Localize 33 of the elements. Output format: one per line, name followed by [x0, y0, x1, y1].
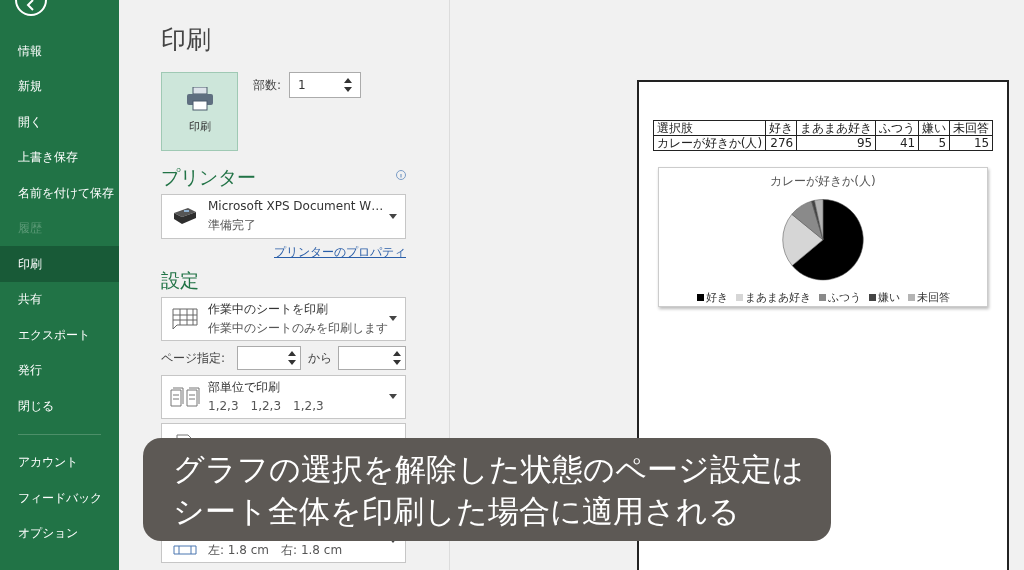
- pages-to-label: から: [306, 349, 333, 367]
- table-cell: 15: [949, 135, 993, 151]
- printer-status: 準備完了: [208, 217, 257, 234]
- pages-label: ページ指定:: [161, 349, 227, 367]
- dropdown-subtitle: 左: 1.8 cm 右: 1.8 cm: [208, 541, 344, 559]
- table-cell: 嫌い: [918, 120, 950, 136]
- table-cell: カレーが好きか(人): [653, 135, 766, 151]
- dropdown-title: 作業中のシートを印刷: [208, 300, 329, 318]
- dropdown-title: 部単位で印刷: [208, 378, 281, 396]
- dropdown-subtitle: 1,2,3 1,2,3 1,2,3: [208, 397, 325, 415]
- printer-heading: プリンター: [161, 165, 256, 190]
- table-cell: 未回答: [949, 120, 993, 136]
- chart-title: カレーが好きか(人): [770, 173, 876, 190]
- table-cell: 95: [796, 135, 876, 151]
- legend-label: ふつう: [827, 289, 861, 306]
- table-cell: ふつう: [875, 120, 919, 136]
- copies-label: 部数:: [253, 77, 282, 94]
- legend-label: 未回答: [916, 289, 950, 306]
- table-cell: 276: [765, 135, 797, 151]
- printer-name: Microsoft XPS Document W…: [208, 198, 385, 215]
- table-cell: 選択肢: [653, 120, 766, 136]
- table-cell: 好き: [765, 120, 797, 136]
- table-cell: まあまあ好き: [796, 120, 876, 136]
- table-cell: 5: [918, 135, 950, 151]
- legend-label: 好き: [705, 289, 728, 306]
- caption-line: グラフの選択を解除した状態のページ設定は: [173, 449, 805, 489]
- dropdown-subtitle: 作業中のシートのみを印刷します: [208, 319, 389, 337]
- caption-line: シート全体を印刷した場合に適用される: [173, 491, 741, 531]
- legend-label: 嫌い: [877, 289, 900, 306]
- table-cell: 41: [875, 135, 919, 151]
- legend-label: まあまあ好き: [744, 289, 811, 306]
- page-title: 印刷: [161, 24, 212, 56]
- settings-heading: 設定: [161, 267, 200, 293]
